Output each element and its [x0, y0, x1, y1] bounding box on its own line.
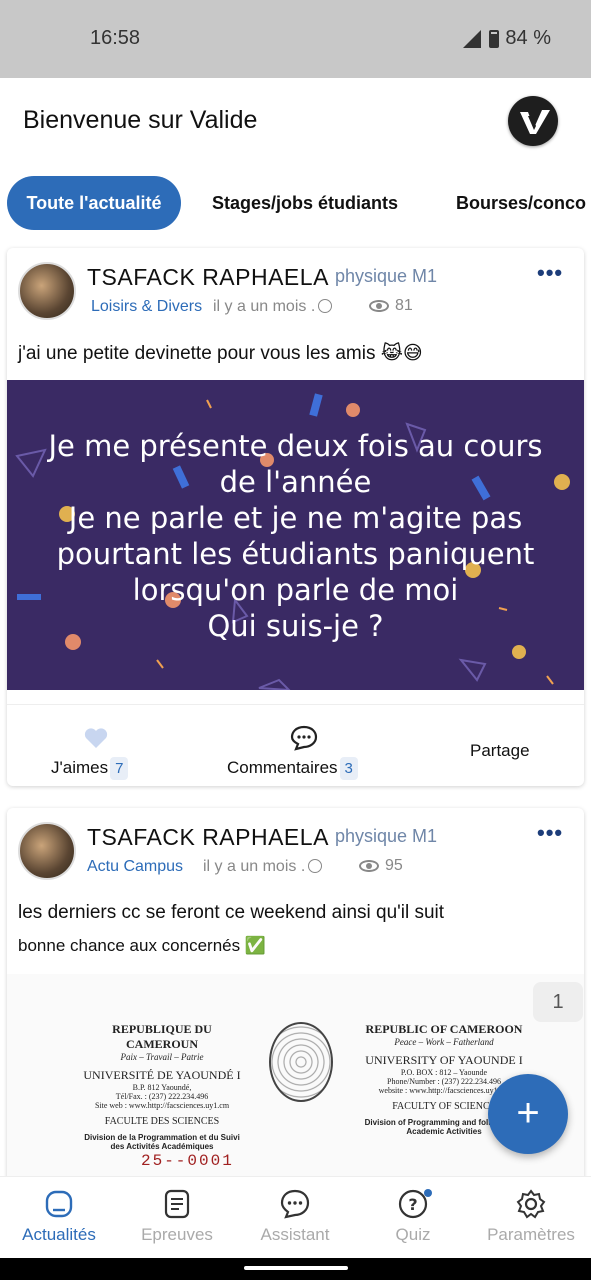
valide-logo-icon[interactable]: [508, 96, 558, 146]
post-actions: J'aimes 7 Commentaires 3 Partage: [7, 704, 584, 786]
post-text: j'ai une petite devinette pour vous les …: [18, 343, 423, 364]
more-options-icon[interactable]: •••: [537, 820, 563, 846]
image-page-badge: 1: [533, 982, 583, 1022]
page-title: Bienvenue sur Valide: [23, 106, 258, 134]
nav-settings[interactable]: Paramètres: [472, 1177, 590, 1259]
signal-icon: [463, 29, 482, 48]
comment-button[interactable]: Commentaires 3: [227, 757, 358, 780]
like-label: J'aimes: [51, 758, 109, 777]
post-time: il y a un mois .: [203, 858, 323, 876]
tab-scholarships[interactable]: Bourses/conco: [456, 176, 586, 230]
post-document-image[interactable]: REPUBLIQUE DU CAMEROUN Paix – Travail – …: [7, 974, 584, 1188]
doc-line: Peace – Work – Fatherland: [394, 1037, 494, 1047]
post-author[interactable]: TSAFACK RAPHAELA: [87, 264, 329, 291]
like-button[interactable]: J'aimes 7: [51, 757, 129, 780]
doc-line: REPUBLIQUE DU CAMEROUN: [112, 1022, 212, 1051]
post-time-text: il y a un mois .: [203, 858, 306, 875]
post-category[interactable]: Actu Campus: [87, 858, 183, 876]
comment-icon[interactable]: [290, 725, 318, 751]
doc-line: UNIVERSITY OF YAOUNDE I: [365, 1053, 523, 1067]
battery-level: 84 %: [505, 27, 551, 49]
post-views: 95: [359, 857, 403, 875]
comment-count: 3: [339, 757, 358, 780]
notification-dot: [424, 1189, 432, 1197]
riddle-line: lorsqu'on parle de moi: [132, 573, 459, 607]
doc-line: Paix – Travail – Patrie: [120, 1052, 204, 1062]
doc-line: REPUBLIC OF CAMEROON: [365, 1022, 523, 1036]
globe-icon: [318, 299, 333, 313]
doc-line: Division de la Programmation et du Suivi: [84, 1133, 240, 1142]
post-author-role: physique M1: [335, 826, 438, 846]
post-text: les derniers cc se feront ce weekend ain…: [18, 902, 445, 923]
nav-exams[interactable]: Epreuves: [118, 1177, 236, 1259]
doc-line: des Activités Académiques: [110, 1142, 214, 1151]
post-time-text: il y a un mois .: [213, 298, 316, 315]
post-category[interactable]: Loisirs & Divers: [91, 298, 202, 316]
doc-line: FACULTE DES SCIENCES: [104, 1116, 220, 1127]
nav-quiz[interactable]: ? Quiz: [354, 1177, 472, 1259]
riddle-line: Qui suis-je ?: [207, 609, 384, 643]
more-options-icon[interactable]: •••: [537, 260, 563, 286]
share-button[interactable]: Partage: [470, 741, 530, 761]
riddle-line: Je ne parle et je ne m'agite pas: [68, 501, 523, 535]
status-time: 16:58: [90, 27, 141, 49]
doc-line: Tél/Fax. : (237) 222.234.496: [115, 1092, 209, 1101]
globe-icon: [308, 859, 323, 873]
doc-line: UNIVERSITÉ DE YAOUNDÉ I: [83, 1068, 241, 1082]
post-views: 81: [369, 297, 413, 315]
plus-icon: +: [516, 1091, 540, 1135]
avatar[interactable]: [18, 822, 76, 880]
riddle-line: pourtant les étudiants paniquent: [56, 537, 535, 571]
bottom-navigation: Actualités Epreuves Assistant ? Quiz Par…: [0, 1176, 591, 1258]
comment-label: Commentaires: [227, 758, 338, 777]
status-right: 84 %: [463, 27, 551, 50]
riddle-line: de l'année: [219, 465, 372, 499]
category-tabs: Toute l'actualité Stages/jobs étudiants …: [0, 170, 591, 234]
news-icon: [45, 1190, 73, 1218]
riddle-line: Je me présente deux fois au cours: [48, 429, 543, 463]
eye-icon: [359, 860, 379, 872]
nav-label: Paramètres: [487, 1225, 575, 1244]
views-count: 81: [395, 297, 413, 314]
eye-icon: [369, 300, 389, 312]
system-nav-bar: [0, 1258, 591, 1280]
battery-icon: [489, 29, 500, 48]
heart-icon[interactable]: [84, 727, 108, 749]
nav-label: Epreuves: [141, 1225, 213, 1244]
nav-label: Assistant: [260, 1225, 330, 1244]
views-count: 95: [385, 857, 403, 874]
nav-label: Actualités: [22, 1225, 96, 1244]
post-text-secondary: bonne chance aux concernés ✅: [18, 936, 266, 955]
post-author[interactable]: TSAFACK RAPHAELA: [87, 824, 329, 851]
nav-label: Quiz: [395, 1225, 431, 1244]
post-author-role: physique M1: [335, 266, 438, 286]
svg-text:?: ?: [408, 1195, 417, 1214]
nav-news[interactable]: Actualités: [0, 1177, 118, 1259]
home-indicator[interactable]: [244, 1266, 348, 1270]
doc-line: Site web : www.http://facsciences.uy1.cm: [94, 1101, 230, 1110]
add-post-button[interactable]: +: [488, 1074, 568, 1154]
chat-icon: [280, 1189, 310, 1219]
tab-all-news[interactable]: Toute l'actualité: [7, 176, 181, 230]
post-card: TSAFACK RAPHAELA physique M1 ••• Loisirs…: [7, 248, 584, 786]
document-reference: 25--0001: [141, 1152, 234, 1170]
riddle-text: Je me présente deux fois au cours de l'a…: [7, 428, 584, 644]
avatar[interactable]: [18, 262, 76, 320]
post-time: il y a un mois .: [213, 298, 333, 316]
tab-internships[interactable]: Stages/jobs étudiants: [212, 176, 398, 230]
like-count: 7: [110, 757, 129, 780]
nav-assistant[interactable]: Assistant: [236, 1177, 354, 1259]
app-header: Bienvenue sur Valide: [0, 78, 591, 168]
university-seal-icon: [269, 1022, 333, 1102]
document-icon: [164, 1189, 190, 1219]
status-bar: 16:58 84 %: [0, 0, 591, 78]
doc-line: B.P. 812 Yaoundé,: [132, 1083, 192, 1092]
doc-line: P.O. BOX : 812 – Yaounde: [400, 1068, 488, 1077]
document-header-fr: REPUBLIQUE DU CAMEROUN Paix – Travail – …: [77, 1022, 247, 1151]
gear-icon: [516, 1189, 546, 1219]
post-image[interactable]: Je me présente deux fois au cours de l'a…: [7, 380, 584, 690]
